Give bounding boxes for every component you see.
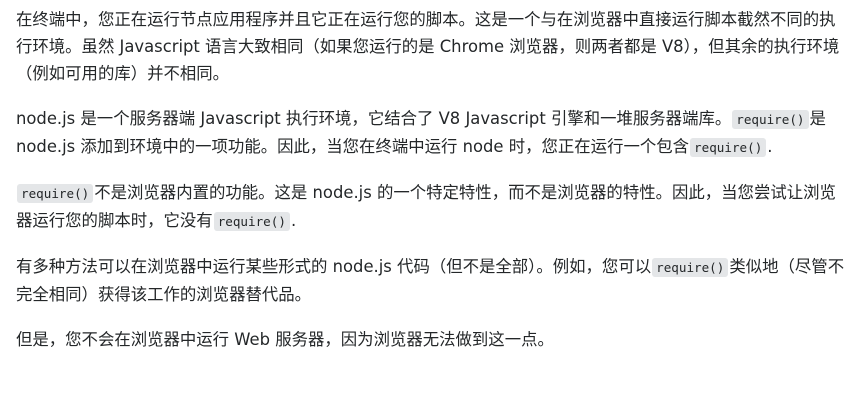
paragraph-text: . — [290, 211, 297, 230]
paragraph-1: 在终端中，您正在运行节点应用程序并且它正在运行您的脚本。这是一个与在浏览器中直接… — [16, 6, 847, 87]
inline-code-require: require() — [690, 138, 767, 157]
paragraph-text: node.js 是一个服务器端 Javascript 执行环境，它结合了 V8 … — [16, 109, 732, 128]
paragraph-text: . — [767, 137, 773, 156]
paragraph-text: 在终端中，您正在运行节点应用程序并且它正在运行您的脚本。这是一个与在浏览器中直接… — [16, 10, 840, 83]
inline-code-require: require() — [652, 258, 729, 277]
paragraph-5: 但是，您不会在浏览器中运行 Web 服务器，因为浏览器无法做到这一点。 — [16, 326, 847, 353]
paragraph-2: node.js 是一个服务器端 Javascript 执行环境，它结合了 V8 … — [16, 105, 847, 161]
paragraph-text: 但是，您不会在浏览器中运行 Web 服务器，因为浏览器无法做到这一点。 — [16, 330, 554, 349]
paragraph-4: 有多种方法可以在浏览器中运行某些形式的 node.js 代码（但不是全部）。例如… — [16, 253, 847, 308]
paragraph-text: 不是浏览器内置的功能。这是 node.js 的一个特定特性，而不是浏览器的特性。… — [16, 183, 836, 230]
inline-code-require: require() — [17, 184, 94, 203]
paragraph-3: require() 不是浏览器内置的功能。这是 node.js 的一个特定特性，而… — [16, 179, 847, 235]
answer-body: 在终端中，您正在运行节点应用程序并且它正在运行您的脚本。这是一个与在浏览器中直接… — [0, 0, 857, 353]
inline-code-require: require() — [213, 212, 290, 231]
paragraph-text: 有多种方法可以在浏览器中运行某些形式的 node.js 代码（但不是全部）。例如… — [16, 257, 652, 276]
inline-code-require: require() — [732, 110, 809, 129]
